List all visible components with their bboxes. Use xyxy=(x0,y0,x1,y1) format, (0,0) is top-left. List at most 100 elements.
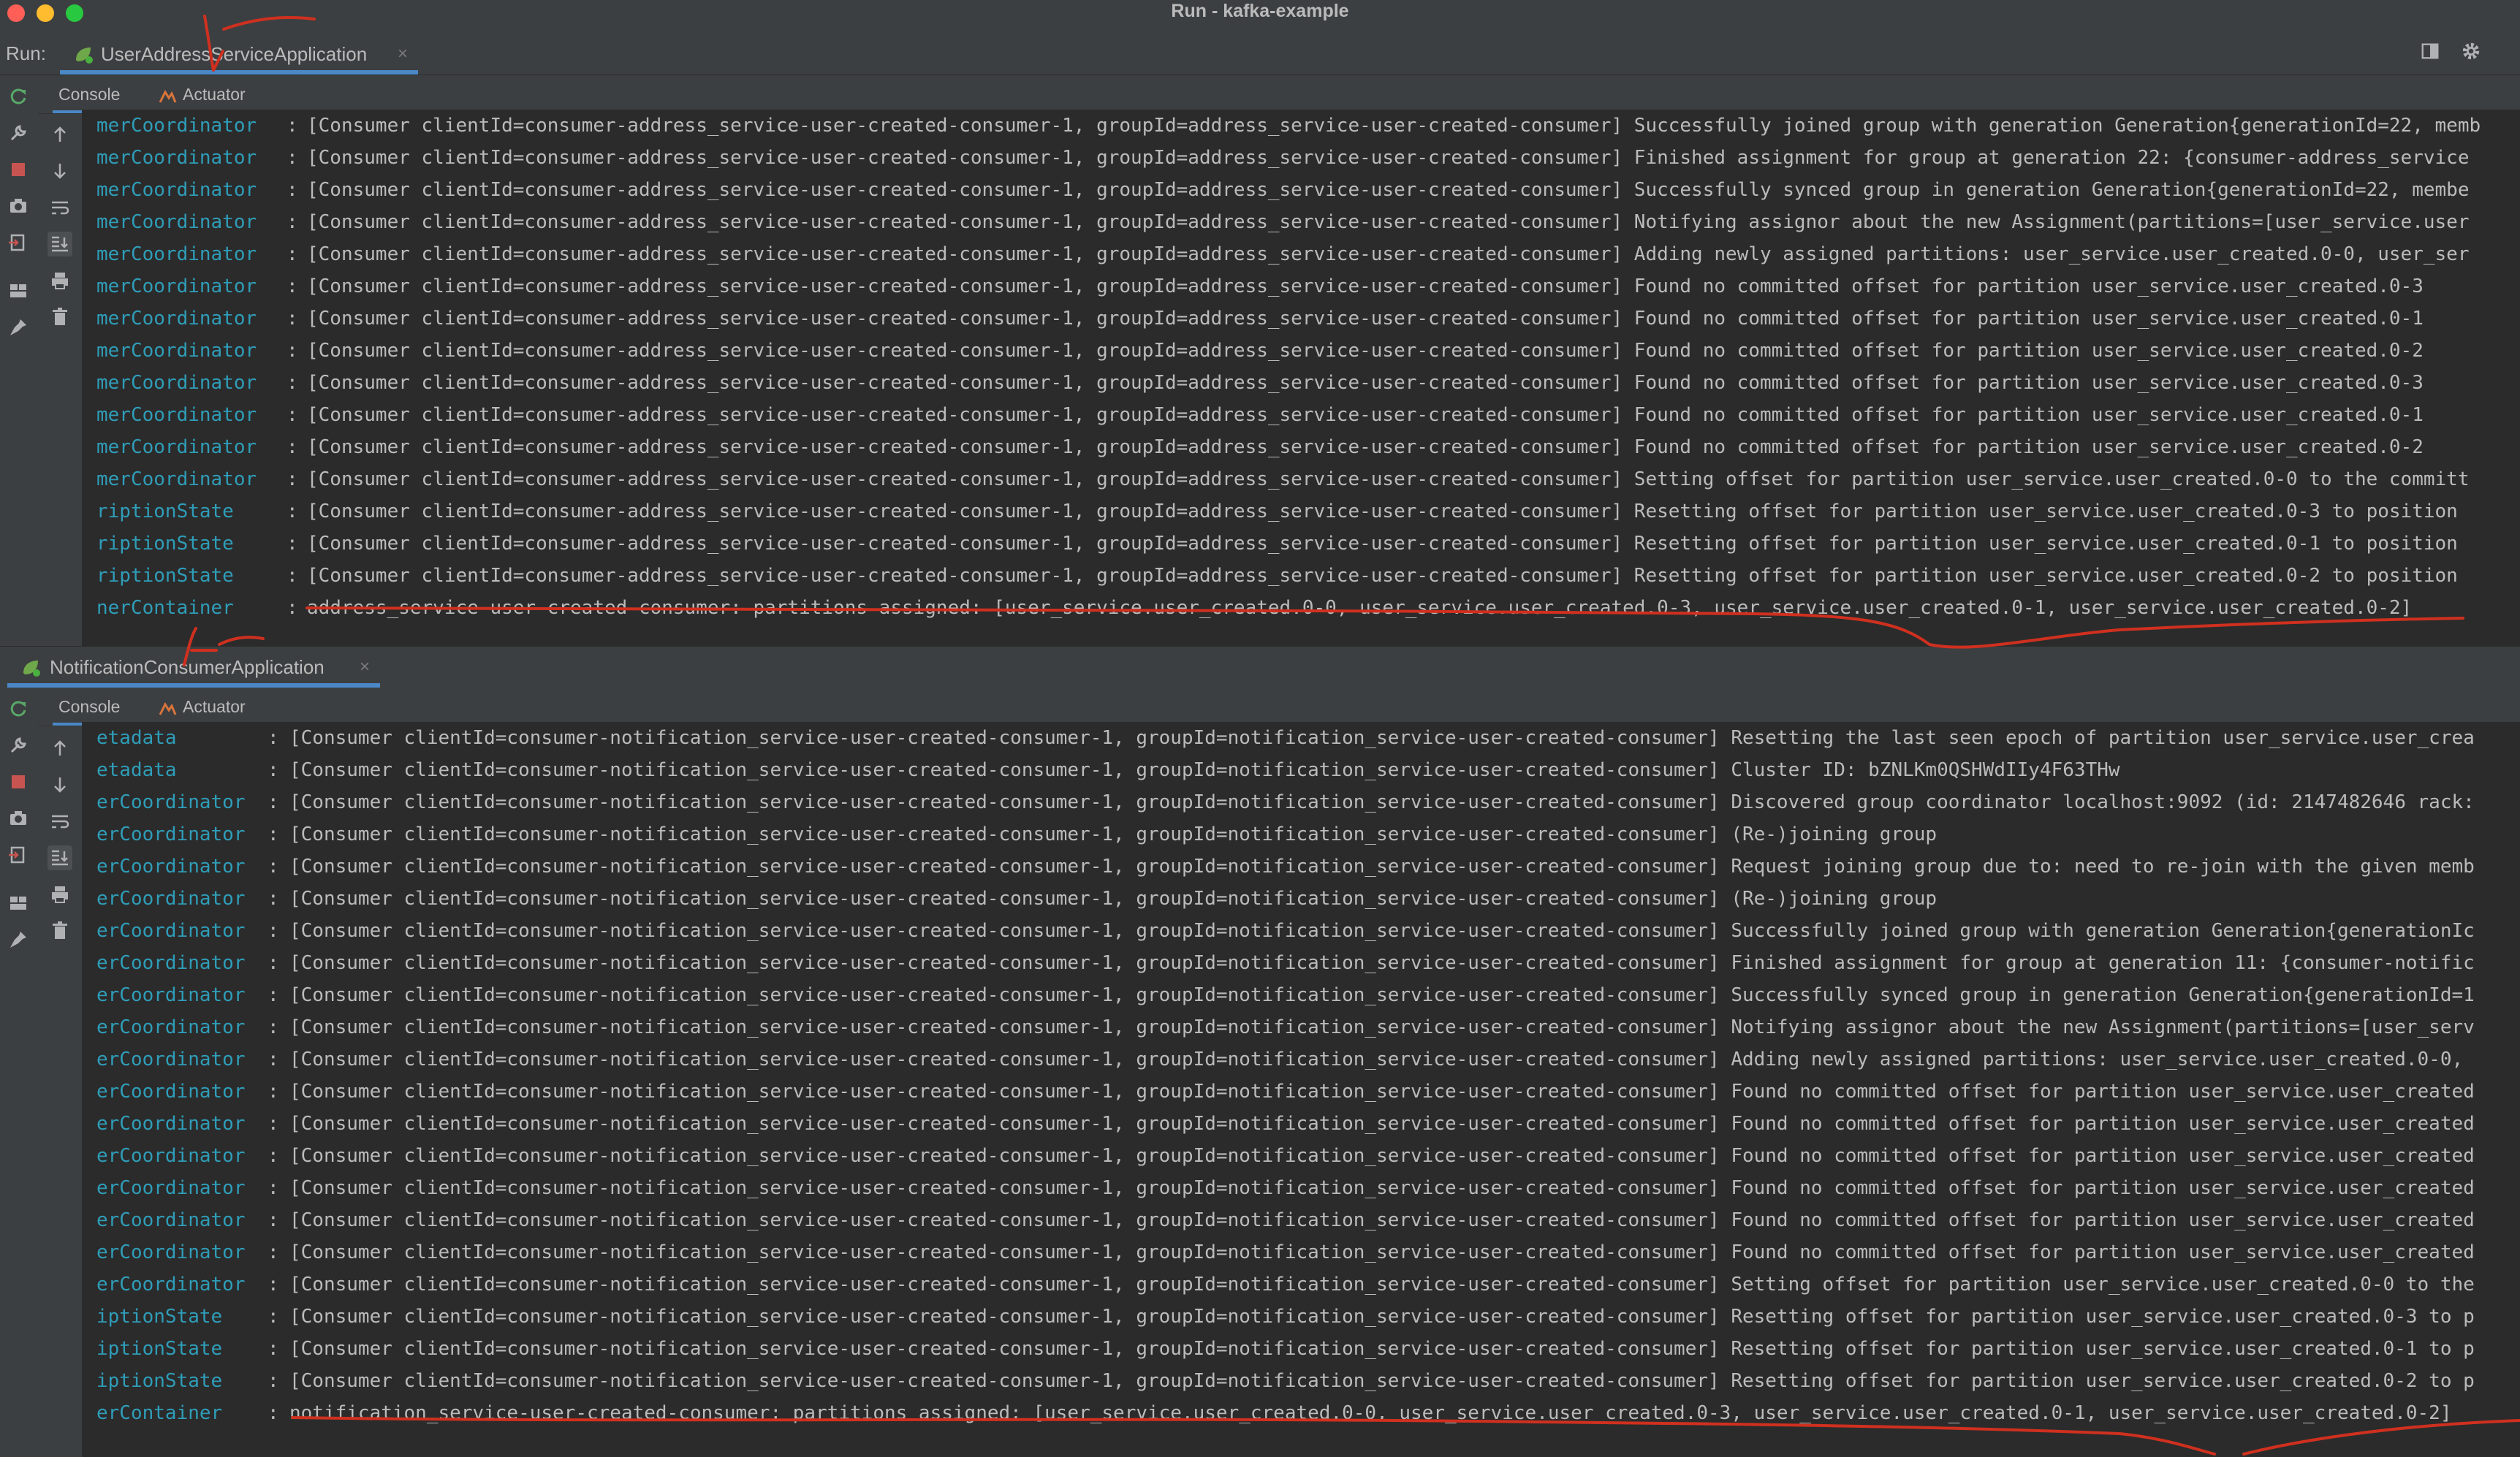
log-logger-name: erCoordinator xyxy=(96,1049,246,1070)
console-output[interactable]: merCoordinator: [Consumer clientId=consum… xyxy=(82,110,2520,646)
log-separator: : xyxy=(267,1209,279,1231)
exit-icon[interactable] xyxy=(6,842,31,867)
trash-icon[interactable] xyxy=(48,305,72,330)
pin-icon[interactable] xyxy=(6,315,31,340)
camera-icon[interactable] xyxy=(6,194,31,218)
tab-console[interactable]: Console xyxy=(53,688,126,726)
print-icon[interactable] xyxy=(48,268,72,293)
arrow-up-icon[interactable] xyxy=(48,122,72,147)
log-line: iptionState: [Consumer clientId=consumer-… xyxy=(82,1365,2520,1397)
actuator-icon xyxy=(159,89,177,103)
log-logger-name: nerContainer xyxy=(96,597,234,619)
log-logger-name: riptionState xyxy=(96,565,234,587)
log-logger-name: erCoordinator xyxy=(96,984,246,1006)
log-message: [Consumer clientId=consumer-address_serv… xyxy=(307,147,2470,169)
run-toolbar-left xyxy=(0,75,39,646)
log-line: erContainer: notification_service-user-cr… xyxy=(82,1397,2520,1429)
layout-grid-icon[interactable] xyxy=(6,278,31,303)
trash-icon[interactable] xyxy=(48,918,72,943)
log-line: merCoordinator: [Consumer clientId=consum… xyxy=(82,110,2520,142)
stop-icon[interactable] xyxy=(6,157,31,182)
rerun-icon[interactable] xyxy=(6,84,31,109)
log-message: [Consumer clientId=consumer-notification… xyxy=(289,1338,2475,1360)
log-separator: : xyxy=(286,179,298,201)
log-logger-name: etadata xyxy=(96,759,177,781)
log-separator: : xyxy=(267,727,279,749)
log-logger-name: erCoordinator xyxy=(96,952,246,974)
console-subtabs: Console Actuator xyxy=(38,75,2520,114)
log-line: merCoordinator: [Consumer clientId=consum… xyxy=(82,399,2520,431)
log-message: [Consumer clientId=consumer-notification… xyxy=(289,856,2475,878)
log-line: iptionState: [Consumer clientId=consumer-… xyxy=(82,1333,2520,1365)
log-separator: : xyxy=(286,147,298,169)
print-icon[interactable] xyxy=(48,882,72,907)
close-tab-icon[interactable]: × xyxy=(398,34,408,75)
log-message: address_service-user-created-consumer: p… xyxy=(307,597,2413,619)
layout-icon[interactable] xyxy=(2418,41,2443,66)
wrench-icon[interactable] xyxy=(6,121,31,145)
log-message: [Consumer clientId=consumer-notification… xyxy=(289,759,2120,781)
log-line: erCoordinator: [Consumer clientId=consume… xyxy=(82,979,2520,1011)
log-logger-name: merCoordinator xyxy=(96,308,257,330)
log-message: [Consumer clientId=consumer-address_serv… xyxy=(307,115,2481,137)
log-logger-name: merCoordinator xyxy=(96,115,257,137)
tab-actuator[interactable]: Actuator xyxy=(158,75,246,113)
log-separator: : xyxy=(267,952,279,974)
log-line: erCoordinator: [Consumer clientId=consume… xyxy=(82,818,2520,851)
tab-console[interactable]: Console xyxy=(53,75,126,113)
log-logger-name: erCoordinator xyxy=(96,1274,246,1296)
log-logger-name: erCoordinator xyxy=(96,1113,246,1135)
log-message: [Consumer clientId=consumer-address_serv… xyxy=(307,565,2458,587)
log-separator: : xyxy=(286,597,298,619)
run-tab-user-address-service[interactable]: UserAddressServiceApplication × xyxy=(60,34,418,75)
log-separator: : xyxy=(286,372,298,394)
tab-actuator[interactable]: Actuator xyxy=(158,688,246,726)
log-message: [Consumer clientId=consumer-address_serv… xyxy=(307,275,2424,297)
log-separator: : xyxy=(286,468,298,490)
layout-grid-icon[interactable] xyxy=(6,891,31,916)
log-message: [Consumer clientId=consumer-notification… xyxy=(289,952,2475,974)
pin-icon[interactable] xyxy=(6,927,31,952)
actuator-icon xyxy=(159,701,177,715)
gear-icon[interactable] xyxy=(2459,41,2483,66)
soft-wrap-icon[interactable] xyxy=(48,809,72,834)
run-tab-label: NotificationConsumerApplication xyxy=(50,656,325,678)
log-line: merCoordinator: [Consumer clientId=consum… xyxy=(82,174,2520,206)
arrow-down-icon[interactable] xyxy=(48,159,72,183)
scroll-to-end-icon[interactable] xyxy=(48,232,72,256)
exit-icon[interactable] xyxy=(6,230,31,255)
run-tool-window-header-2: NotificationConsumerApplication × xyxy=(0,646,2520,688)
camera-icon[interactable] xyxy=(6,806,31,831)
run-tool-window-header: Run: UserAddressServiceApplication × xyxy=(0,34,2520,77)
log-separator: : xyxy=(267,823,279,845)
log-separator: : xyxy=(267,1049,279,1070)
log-message: [Consumer clientId=consumer-address_serv… xyxy=(307,501,2458,522)
log-message: [Consumer clientId=consumer-address_serv… xyxy=(307,243,2470,265)
scroll-to-end-icon[interactable] xyxy=(48,845,72,870)
log-line: etadata: [Consumer clientId=consumer-noti… xyxy=(82,754,2520,786)
rerun-icon[interactable] xyxy=(6,696,31,721)
log-line: erCoordinator: [Consumer clientId=consume… xyxy=(82,883,2520,915)
stop-icon[interactable] xyxy=(6,769,31,794)
spring-boot-run-icon xyxy=(76,47,93,64)
log-line: merCoordinator: [Consumer clientId=consum… xyxy=(82,206,2520,238)
log-separator: : xyxy=(267,888,279,910)
close-tab-icon[interactable]: × xyxy=(360,647,370,688)
arrow-up-icon[interactable] xyxy=(48,736,72,761)
log-line: erCoordinator: [Consumer clientId=consume… xyxy=(82,1236,2520,1268)
log-separator: : xyxy=(286,243,298,265)
log-message: [Consumer clientId=consumer-notification… xyxy=(289,984,2475,1006)
console-output-2[interactable]: etadata: [Consumer clientId=consumer-noti… xyxy=(82,722,2520,1457)
wrench-icon[interactable] xyxy=(6,733,31,758)
log-separator: : xyxy=(267,791,279,813)
log-message: [Consumer clientId=consumer-address_serv… xyxy=(307,468,2470,490)
soft-wrap-icon[interactable] xyxy=(48,195,72,220)
run-toolbar-left-2 xyxy=(0,688,39,1457)
run-tab-notification-consumer[interactable]: NotificationConsumerApplication × xyxy=(7,647,380,688)
tab-console-label: Console xyxy=(58,697,121,716)
log-message: [Consumer clientId=consumer-notification… xyxy=(289,727,2475,749)
window-title-bar: Run - kafka-example xyxy=(0,0,2520,34)
log-line: erCoordinator: [Consumer clientId=consume… xyxy=(82,1043,2520,1076)
log-separator: : xyxy=(267,920,279,942)
arrow-down-icon[interactable] xyxy=(48,772,72,797)
